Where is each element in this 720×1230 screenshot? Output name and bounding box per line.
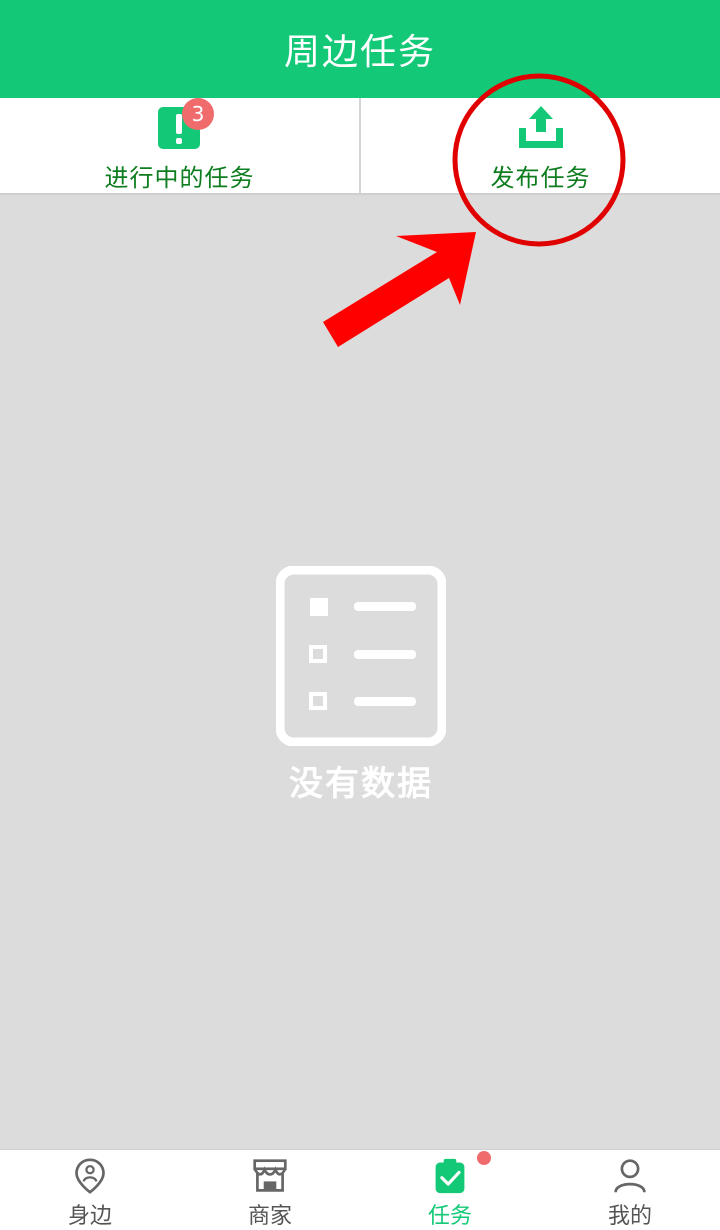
list-icon bbox=[276, 566, 446, 746]
nav-label-nearby: 身边 bbox=[67, 1204, 112, 1229]
nav-item-merchants[interactable]: 商家 bbox=[180, 1150, 360, 1230]
location-person-icon bbox=[75, 1158, 105, 1194]
page-title: 周边任务 bbox=[283, 32, 436, 73]
ongoing-count-badge: 3 bbox=[182, 98, 214, 130]
nav-label-tasks: 任务 bbox=[427, 1204, 472, 1229]
top-header: 周边任务 bbox=[0, 0, 720, 98]
tab-publish-task[interactable]: 发布任务 bbox=[359, 98, 720, 193]
bottom-navigation: 身边 商家 任务 我的 bbox=[0, 1149, 720, 1230]
shop-icon bbox=[253, 1159, 287, 1192]
nav-item-me[interactable]: 我的 bbox=[540, 1150, 720, 1230]
tasks-notification-dot bbox=[477, 1151, 491, 1165]
nav-label-me: 我的 bbox=[607, 1204, 652, 1229]
tab-ongoing-label: 进行中的任务 bbox=[104, 164, 255, 192]
empty-state-text: 没有数据 bbox=[289, 764, 433, 804]
nav-label-merchants: 商家 bbox=[247, 1204, 292, 1229]
nav-item-tasks[interactable]: 任务 bbox=[360, 1150, 540, 1230]
task-content-area: 没有数据 bbox=[0, 197, 720, 1149]
person-icon bbox=[614, 1159, 646, 1193]
upload-icon bbox=[518, 106, 563, 148]
empty-state: 没有数据 bbox=[276, 566, 446, 805]
nav-item-nearby[interactable]: 身边 bbox=[0, 1150, 180, 1230]
task-tab-bar: 3 进行中的任务 发布任务 bbox=[0, 98, 720, 195]
tab-ongoing-tasks[interactable]: 3 进行中的任务 bbox=[0, 98, 359, 193]
clipboard-check-icon bbox=[435, 1158, 465, 1194]
tab-publish-label: 发布任务 bbox=[490, 164, 591, 192]
